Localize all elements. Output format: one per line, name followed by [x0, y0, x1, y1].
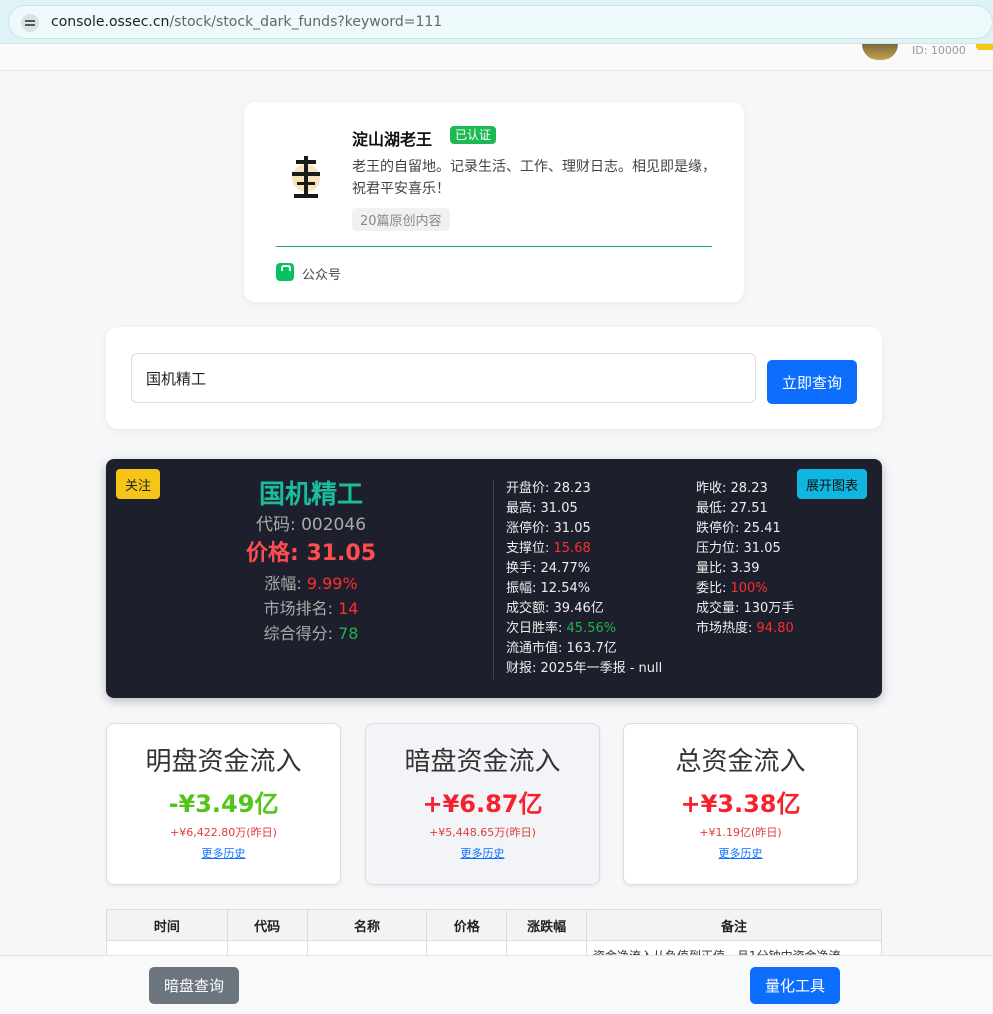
browser-address-bar: console.ossec.cn/stock/stock_dark_funds?… — [0, 0, 993, 44]
stock-change: 涨幅: 9.99% — [264, 574, 358, 593]
flow-value: +¥3.38亿 — [680, 790, 801, 818]
commission-ratio: 委比: 100% — [696, 581, 768, 596]
col-code: 代码 — [226, 909, 308, 941]
financial-report: 财报: 2025年一季报 - null — [506, 661, 663, 676]
market-rank: 市场排名: 14 — [263, 599, 359, 618]
flow-title: 明盘资金流入 — [145, 747, 302, 777]
stock-summary: 国机精工 代码: 002046 价格: 31.05 涨幅: 9.99% 市场排名… — [186, 477, 436, 646]
profile-divider — [276, 246, 712, 247]
limit-up-price: 涨停价: 31.05 — [506, 521, 591, 536]
stock-metrics-right: 昨收: 28.23 最低: 27.51 跌停价: 25.41 压力位: 31.0… — [696, 479, 876, 639]
header-badge[interactable] — [976, 44, 993, 50]
amplitude: 振幅: 12.54% — [506, 581, 591, 596]
flow-yesterday: +¥1.19亿(昨日) — [699, 826, 782, 839]
col-note: 备注 — [586, 909, 882, 941]
flow-value: +¥6.87亿 — [422, 790, 543, 818]
high-price: 最高: 31.05 — [506, 501, 578, 516]
wechat-icon — [276, 263, 294, 281]
channel-label: 公众号 — [302, 268, 342, 283]
article-count-tag: 20篇原创内容 — [352, 208, 450, 231]
table-header-row: 时间 代码 名称 价格 涨跌幅 备注 — [106, 909, 882, 941]
support-level: 支撑位: 15.68 — [506, 541, 591, 556]
more-history-link[interactable]: 更多历史 — [461, 847, 505, 861]
col-time: 时间 — [106, 909, 228, 941]
dark-query-button[interactable]: 暗盘查询 — [149, 967, 239, 1004]
follow-button[interactable]: 关注 — [116, 469, 161, 499]
overall-score: 综合得分: 78 — [263, 624, 359, 643]
stock-code: 代码: 002046 — [255, 515, 367, 535]
stock-metrics-left: 开盘价: 28.23 最高: 31.05 涨停价: 31.05 支撑位: 15.… — [506, 479, 696, 679]
flow-yesterday: +¥6,422.80万(昨日) — [170, 826, 277, 839]
prev-close: 昨收: 28.23 — [696, 481, 768, 496]
author-profile-card: 淀山湖老王 已认证 老王的自留地。记录生活、工作、理财日志。相见即是缘，祝君平安… — [244, 102, 744, 302]
flow-yesterday: +¥5,448.65万(昨日) — [429, 826, 536, 839]
limit-down-price: 跌停价: 25.41 — [696, 521, 781, 536]
user-id: ID: 10000 — [912, 44, 966, 57]
turnover-rate: 换手: 24.77% — [506, 561, 591, 576]
search-card: 立即查询 — [106, 327, 882, 429]
flow-value: -¥3.49亿 — [168, 790, 279, 818]
more-history-link[interactable]: 更多历史 — [202, 847, 246, 861]
flow-title: 暗盘资金流入 — [404, 747, 561, 777]
col-price: 价格 — [426, 909, 508, 941]
url-field[interactable]: console.ossec.cn/stock/stock_dark_funds?… — [8, 5, 993, 39]
flow-title: 总资金流入 — [675, 747, 806, 777]
stock-search-input[interactable] — [131, 353, 756, 403]
site-header — [0, 44, 993, 71]
stock-info-panel: 关注 展开图表 国机精工 代码: 002046 价格: 31.05 涨幅: 9.… — [106, 459, 882, 698]
col-change: 涨跌幅 — [506, 909, 588, 941]
pressure-level: 压力位: 31.05 — [696, 541, 781, 556]
next-day-winrate: 次日胜率: 45.56% — [506, 621, 617, 636]
author-logo — [292, 156, 320, 198]
quant-tool-button[interactable]: 量化工具 — [750, 967, 840, 1004]
total-fund-flow-card: 总资金流入 +¥3.38亿 +¥1.19亿(昨日) 更多历史 — [623, 723, 858, 885]
query-button[interactable]: 立即查询 — [767, 360, 857, 404]
site-settings-icon[interactable] — [21, 14, 39, 32]
open-price: 开盘价: 28.23 — [506, 481, 591, 496]
verified-badge: 已认证 — [450, 126, 497, 144]
url-text: console.ossec.cn/stock/stock_dark_funds?… — [51, 14, 443, 30]
stock-name: 国机精工 — [258, 480, 363, 510]
stock-price: 价格: 31.05 — [245, 541, 377, 566]
trade-amount: 成交额: 39.46亿 — [506, 601, 604, 616]
author-name: 淀山湖老王 — [352, 130, 433, 149]
open-fund-flow-card: 明盘资金流入 -¥3.49亿 +¥6,422.80万(昨日) 更多历史 — [106, 723, 341, 885]
market-heat: 市场热度: 94.80 — [696, 621, 794, 636]
float-market-cap: 流通市值: 163.7亿 — [506, 641, 617, 656]
volume-ratio: 量比: 3.39 — [696, 561, 760, 576]
more-history-link[interactable]: 更多历史 — [719, 847, 763, 861]
dark-fund-flow-card: 暗盘资金流入 +¥6.87亿 +¥5,448.65万(昨日) 更多历史 — [365, 723, 600, 885]
col-name: 名称 — [306, 909, 428, 941]
trade-volume: 成交量: 130万手 — [696, 601, 795, 616]
panel-divider — [493, 479, 494, 679]
low-price: 最低: 27.51 — [696, 501, 768, 516]
author-description: 老王的自留地。记录生活、工作、理财日志。相见即是缘，祝君平安喜乐！ — [352, 159, 716, 197]
bottom-toolbar: 暗盘查询 量化工具 — [0, 955, 993, 1014]
